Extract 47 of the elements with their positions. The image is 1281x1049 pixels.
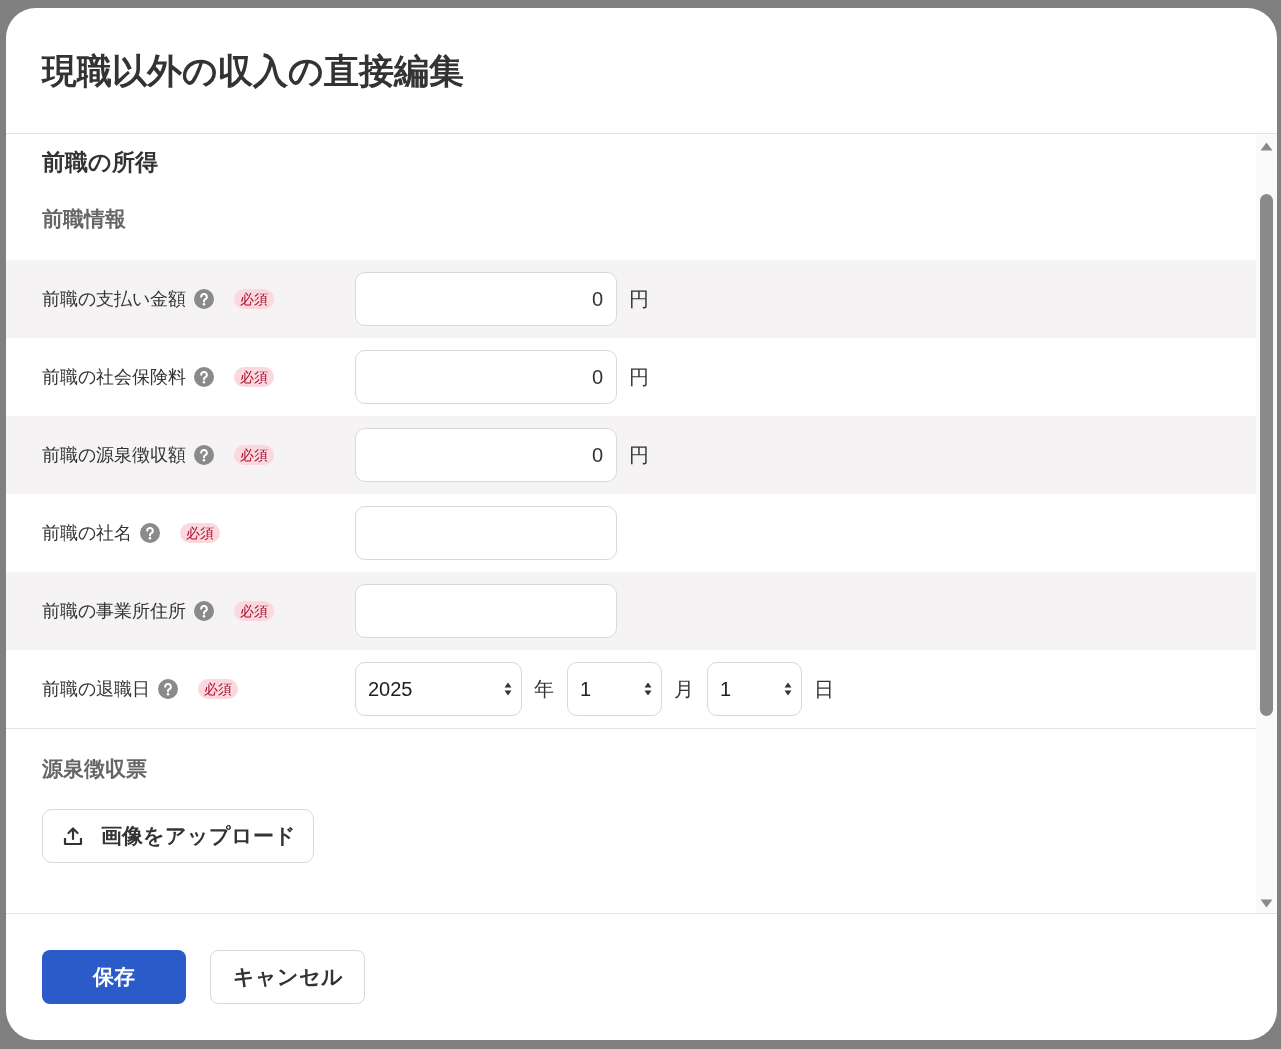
unit-label: 円 [629,364,649,390]
scrollbar-thumb[interactable] [1260,194,1273,716]
text-input[interactable] [355,584,617,638]
field-label: 前職の社会保険料 [42,366,186,389]
date-select[interactable]: 1 [567,662,662,716]
scrollbar[interactable] [1256,134,1277,913]
required-badge: 必須 [180,523,220,543]
field-label: 前職の退職日 [42,678,150,701]
help-icon[interactable] [140,523,160,543]
unit-label: 日 [814,676,834,702]
group-title: 前職情報 [42,206,126,232]
dialog-title: 現職以外の収入の直接編集 [42,49,464,92]
field-label: 前職の源泉徴収額 [42,444,186,467]
text-input[interactable] [355,506,617,560]
updown-caret-icon [784,682,792,696]
field-label: 前職の支払い金額 [42,288,186,311]
scroll-up-arrow-icon[interactable] [1260,142,1273,151]
required-badge: 必須 [198,679,238,699]
required-badge: 必須 [234,367,274,387]
help-icon[interactable] [194,367,214,387]
required-badge: 必須 [234,601,274,621]
updown-caret-icon [504,682,512,696]
field-label: 前職の事業所住所 [42,600,186,623]
section-title: 前職の所得 [42,148,158,177]
help-icon[interactable] [194,445,214,465]
group-title: 源泉徴収票 [42,756,147,782]
upload-button[interactable]: 画像をアップロード [42,809,314,863]
help-icon[interactable] [194,289,214,309]
help-icon[interactable] [194,601,214,621]
date-select[interactable]: 1 [707,662,802,716]
required-badge: 必須 [234,289,274,309]
amount-input[interactable]: 0 [355,428,617,482]
upload-icon [63,826,83,846]
unit-label: 月 [674,676,694,702]
updown-caret-icon [644,682,652,696]
unit-label: 円 [629,442,649,468]
save-button[interactable]: 保存 [42,950,186,1004]
field-label: 前職の社名 [42,522,132,545]
required-badge: 必須 [234,445,274,465]
scroll-down-arrow-icon[interactable] [1260,899,1273,908]
amount-input[interactable]: 0 [355,272,617,326]
date-select[interactable]: 2025 [355,662,522,716]
amount-input[interactable]: 0 [355,350,617,404]
unit-label: 円 [629,286,649,312]
cancel-button[interactable]: キャンセル [210,950,365,1004]
help-icon[interactable] [158,679,178,699]
unit-label: 年 [534,676,554,702]
